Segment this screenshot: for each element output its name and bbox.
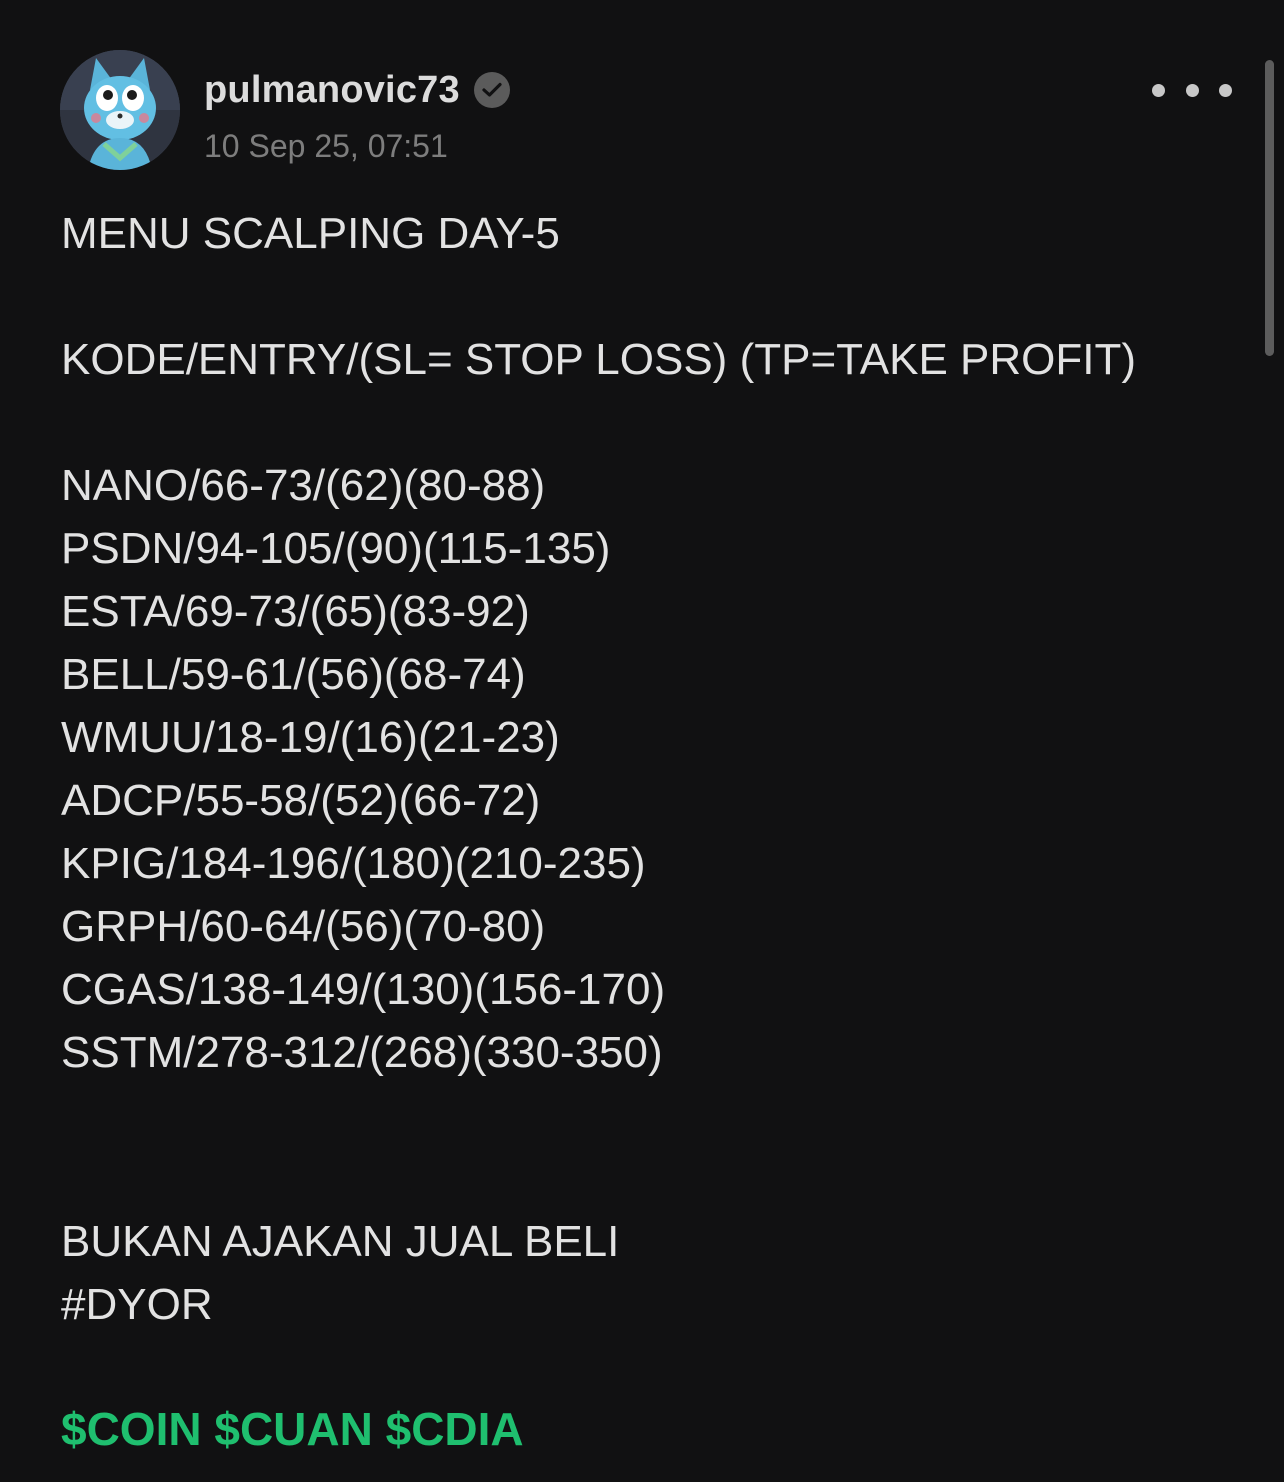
more-options-icon bbox=[1152, 83, 1165, 97]
pick-line: GRPH/60-64/(56)(70-80) bbox=[61, 902, 546, 951]
pick-line: CGAS/138-149/(130)(156-170) bbox=[61, 965, 666, 1014]
ticker-tags: $COIN $CUAN $CDIA bbox=[61, 1398, 524, 1461]
disclaimer: BUKAN AJAKAN JUAL BELI bbox=[61, 1217, 620, 1266]
post-timestamp: 10 Sep 25, 07:51 bbox=[204, 128, 448, 164]
more-options-button[interactable] bbox=[1152, 72, 1232, 108]
more-options-icon bbox=[1185, 83, 1199, 97]
post-body: MENU SCALPING DAY-5 KODE/ENTRY/(SL= STOP… bbox=[61, 202, 1241, 1336]
ticker-tag[interactable]: $CUAN bbox=[214, 1403, 372, 1455]
post-card: pulmanovic73 10 Sep 25, 07:51 MENU SCALP… bbox=[0, 0, 1284, 1482]
pick-line: ADCP/55-58/(52)(66-72) bbox=[61, 776, 541, 825]
avatar-image bbox=[60, 50, 180, 170]
author-row: pulmanovic73 bbox=[204, 66, 510, 114]
pick-line: NANO/66-73/(62)(80-88) bbox=[61, 461, 546, 510]
hashtag[interactable]: #DYOR bbox=[61, 1273, 1241, 1336]
verified-check-icon bbox=[473, 72, 510, 108]
pick-line: KPIG/184-196/(180)(210-235) bbox=[61, 839, 646, 888]
more-options-icon bbox=[1219, 83, 1232, 97]
pick-line: SSTM/278-312/(268)(330-350) bbox=[61, 1028, 663, 1077]
ticker-tag[interactable]: $CDIA bbox=[386, 1403, 524, 1455]
pick-line: ESTA/69-73/(65)(83-92) bbox=[61, 587, 530, 636]
scrollbar[interactable] bbox=[1265, 60, 1274, 356]
post-legend: KODE/ENTRY/(SL= STOP LOSS) (TP=TAKE PROF… bbox=[61, 335, 1136, 384]
username[interactable]: pulmanovic73 bbox=[204, 69, 460, 112]
post-title: MENU SCALPING DAY-5 bbox=[61, 209, 560, 258]
avatar[interactable] bbox=[60, 50, 180, 170]
pick-line: BELL/59-61/(56)(68-74) bbox=[61, 650, 526, 699]
pick-line: WMUU/18-19/(16)(21-23) bbox=[61, 713, 560, 762]
pick-line: PSDN/94-105/(90)(115-135) bbox=[61, 524, 611, 573]
ticker-tag[interactable]: $COIN bbox=[61, 1403, 202, 1455]
